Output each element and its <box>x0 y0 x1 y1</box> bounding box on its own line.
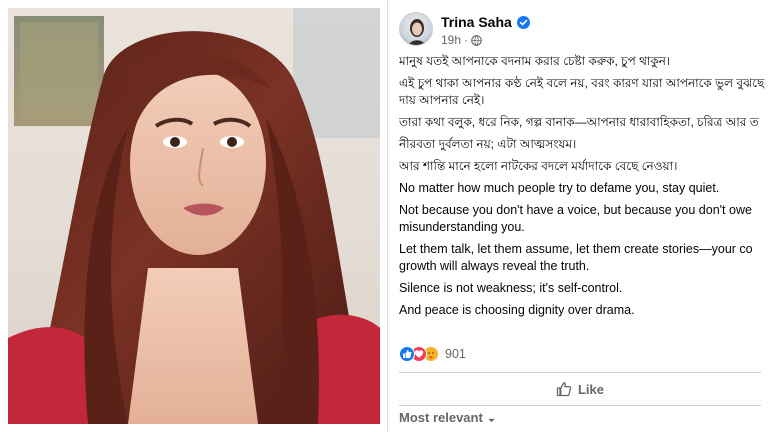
avatar-image <box>408 19 426 45</box>
post-paragraph: Not because you don't have a voice, but … <box>399 202 768 236</box>
reactions-summary[interactable]: 901 <box>399 344 466 364</box>
text-line: আর শান্তি মানে হলো নাটকের বদলে মর্যাদাকে… <box>399 159 678 173</box>
post-paragraph: No matter how much people try to defame … <box>399 180 768 197</box>
globe-icon[interactable] <box>471 34 482 46</box>
post-paragraph: এই চুপ থাকা আপনার কণ্ঠ নেই বলে নয়, বরং … <box>399 75 768 109</box>
text-line: Silence is not weakness; it's self-contr… <box>399 281 623 295</box>
comments-sort-label: Most relevant <box>399 410 483 425</box>
post-paragraph: আর শান্তি মানে হলো নাটকের বদলে মর্যাদাকে… <box>399 158 768 175</box>
divider <box>399 372 761 373</box>
text-line: মানুষ যতই আপনাকে বদনাম করার চেষ্টা করুক,… <box>399 54 671 68</box>
like-button-label: Like <box>577 381 604 397</box>
text-line: এই চুপ থাকা আপনার কণ্ঠ নেই বলে নয়, বরং … <box>399 76 765 90</box>
portrait-image <box>8 8 380 424</box>
avatar[interactable] <box>399 12 433 46</box>
text-line: growth will always reveal the truth. <box>399 259 590 273</box>
text-line: Not because you don't have a voice, but … <box>399 203 752 217</box>
divider <box>399 405 761 406</box>
post-header: Trina Saha 19h · <box>396 10 768 50</box>
post-paragraph: And peace is choosing dignity over drama… <box>399 302 768 319</box>
post-text: মানুষ যতই আপনাকে বদনাম করার চেষ্টা করুক,… <box>399 53 768 324</box>
verified-badge-icon <box>516 15 530 29</box>
panel-divider <box>387 0 388 432</box>
comments-sort-dropdown[interactable]: Most relevant <box>399 410 496 425</box>
post-timestamp[interactable]: 19h <box>441 33 461 47</box>
post-paragraph: তারা কথা বলুক, ধরে নিক, গল্প বানাক—আপনার… <box>399 114 768 131</box>
text-line: দায় আপনার নেই। <box>399 93 485 107</box>
text-line: তারা কথা বলুক, ধরে নিক, গল্প বানাক—আপনার… <box>399 115 759 129</box>
post-paragraph: Let them talk, let them assume, let them… <box>399 241 768 275</box>
like-icon <box>399 346 415 362</box>
like-button[interactable]: Like <box>399 375 761 403</box>
text-line: নীরবতা দুর্বলতা নয়; এটা আত্মসংযম। <box>399 137 577 151</box>
text-line: Let them talk, let them assume, let them… <box>399 242 753 256</box>
chevron-down-icon <box>487 413 496 423</box>
facebook-post: Trina Saha 19h · মানুষ যতই আপনাকে বদনাম … <box>396 10 768 426</box>
reaction-count: 901 <box>445 347 466 361</box>
author-name[interactable]: Trina Saha <box>441 14 512 30</box>
text-line: No matter how much people try to defame … <box>399 181 720 195</box>
text-line: misunderstanding you. <box>399 220 525 234</box>
post-photo[interactable] <box>8 8 380 424</box>
thumbs-up-icon <box>556 382 572 397</box>
text-line: And peace is choosing dignity over drama… <box>399 303 635 317</box>
post-paragraph: মানুষ যতই আপনাকে বদনাম করার চেষ্টা করুক,… <box>399 53 768 70</box>
post-paragraph: নীরবতা দুর্বলতা নয়; এটা আত্মসংযম। <box>399 136 768 153</box>
post-paragraph: Silence is not weakness; it's self-contr… <box>399 280 768 297</box>
